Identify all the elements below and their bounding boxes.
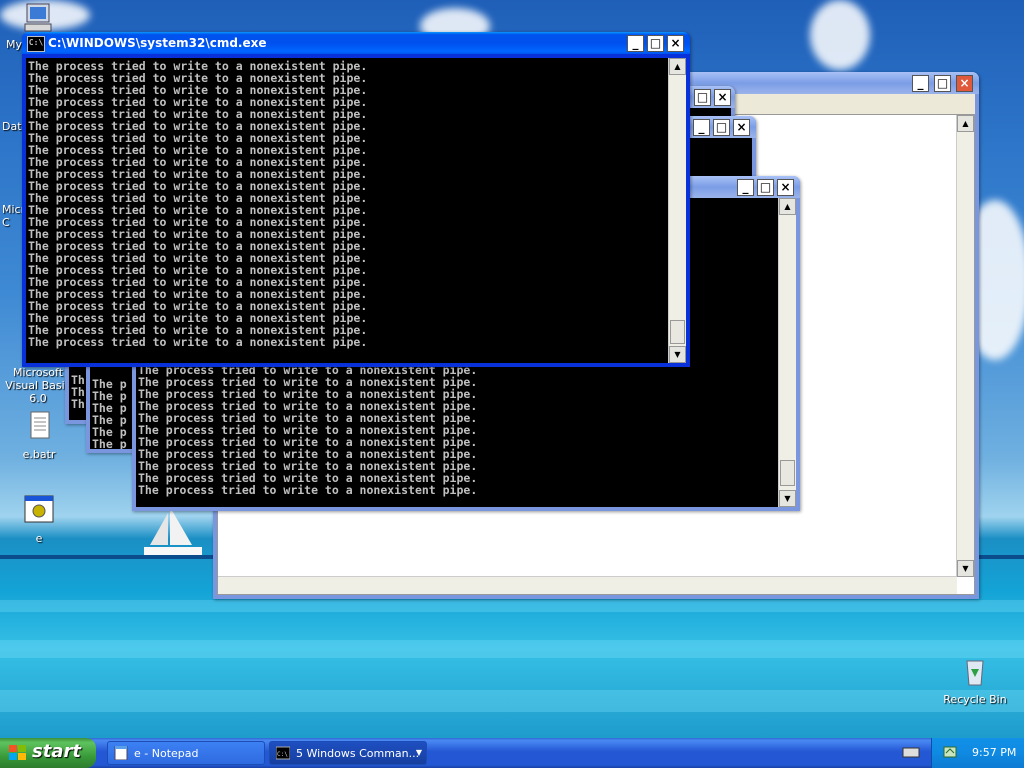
sea-glint	[0, 600, 1024, 612]
close-button[interactable]: ×	[777, 179, 794, 196]
minimize-button[interactable]: _	[737, 179, 754, 196]
system-tray: 9:57 PM	[931, 738, 1024, 768]
desktop-icon-e-batr[interactable]: e.batr	[4, 410, 74, 461]
console-line: The process tried to write to a nonexist…	[28, 335, 368, 349]
scroll-down-arrow[interactable]: ▼	[957, 560, 974, 577]
maximize-button[interactable]: □	[713, 119, 730, 136]
svg-text:C:\: C:\	[277, 751, 288, 758]
maximize-button[interactable]: □	[757, 179, 774, 196]
taskbar-item-cmd-group[interactable]: C:\ 5 Windows Comman... ▼	[269, 741, 427, 765]
cmd-window-main[interactable]: C:\ C:\WINDOWS\system32\cmd.exe _ □ × Th…	[22, 32, 690, 367]
scroll-up-arrow[interactable]: ▲	[957, 115, 974, 132]
cmd-titlebar[interactable]: C:\ C:\WINDOWS\system32\cmd.exe _ □ ×	[22, 32, 690, 54]
desktop-icon-recycle-bin[interactable]: Recycle Bin	[940, 655, 1010, 706]
windows-flag-icon	[9, 745, 26, 760]
taskbar-item-label: e - Notepad	[134, 747, 199, 760]
cmd-icon: C:\	[27, 36, 45, 52]
maximize-button[interactable]: □	[694, 89, 711, 106]
desktop-icon-label: Recycle Bin	[943, 693, 1007, 706]
scroll-up-arrow[interactable]: ▲	[779, 198, 796, 215]
console-output: The process tried to write to a nonexist…	[28, 60, 666, 363]
close-button[interactable]: ×	[956, 75, 973, 92]
maximize-button[interactable]: □	[647, 35, 664, 52]
sailboat	[144, 507, 202, 555]
notepad-icon	[114, 746, 128, 760]
start-label: start	[32, 741, 81, 762]
minimize-button[interactable]: _	[912, 75, 929, 92]
desktop-icon-label: My	[6, 38, 23, 51]
close-button[interactable]: ×	[714, 89, 731, 106]
scroll-down-arrow[interactable]: ▼	[779, 490, 796, 507]
sea-glint	[0, 640, 1024, 658]
chevron-down-icon: ▼	[415, 748, 422, 757]
close-button[interactable]: ×	[733, 119, 750, 136]
minimize-button[interactable]: _	[627, 35, 644, 52]
my-computer-icon	[24, 3, 52, 32]
taskbar-item-label: 5 Windows Comman...	[296, 747, 420, 760]
scroll-thumb[interactable]	[780, 460, 795, 486]
console-output: The process tried to write to a nonexist…	[138, 364, 776, 507]
maximize-button[interactable]: □	[934, 75, 951, 92]
desktop: My Dat Micro C Microsoft Visual Basic 6.…	[0, 0, 1024, 738]
text-file-icon	[30, 411, 50, 439]
cmd-icon: C:\	[276, 746, 290, 760]
desktop-icon-e[interactable]: e	[4, 494, 74, 545]
clock[interactable]: 9:57 PM	[972, 746, 1016, 759]
console-line: The process tried to write to a nonexist…	[138, 483, 478, 497]
scroll-thumb[interactable]	[670, 320, 685, 344]
keyboard-icon[interactable]	[902, 745, 920, 759]
taskbar: start e - Notepad C:\ 5 Windows Comman..…	[0, 738, 1024, 768]
window-title: C:\WINDOWS\system32\cmd.exe	[48, 36, 267, 50]
cloud	[810, 0, 870, 70]
scroll-up-arrow[interactable]: ▲	[669, 58, 686, 75]
taskbar-item-notepad[interactable]: e - Notepad	[107, 741, 265, 765]
desktop-icon-label: e.batr	[22, 448, 56, 461]
notepad-horizontal-scrollbar[interactable]	[218, 576, 957, 594]
application-icon	[24, 495, 54, 523]
notepad-vertical-scrollbar[interactable]: ▲ ▼	[956, 115, 974, 577]
cmd-vertical-scrollbar[interactable]: ▲ ▼	[778, 198, 796, 507]
recycle-bin-icon	[966, 660, 984, 686]
cmd-client: The process tried to write to a nonexist…	[26, 58, 686, 363]
desktop-icon-label: e	[35, 532, 43, 545]
scroll-down-arrow[interactable]: ▼	[669, 346, 686, 363]
close-button[interactable]: ×	[667, 35, 684, 52]
start-button[interactable]: start	[0, 738, 96, 768]
minimize-button[interactable]: _	[693, 119, 710, 136]
sea-glint	[0, 690, 1024, 712]
cmd-vertical-scrollbar[interactable]: ▲ ▼	[668, 58, 686, 363]
network-icon[interactable]	[942, 745, 958, 761]
